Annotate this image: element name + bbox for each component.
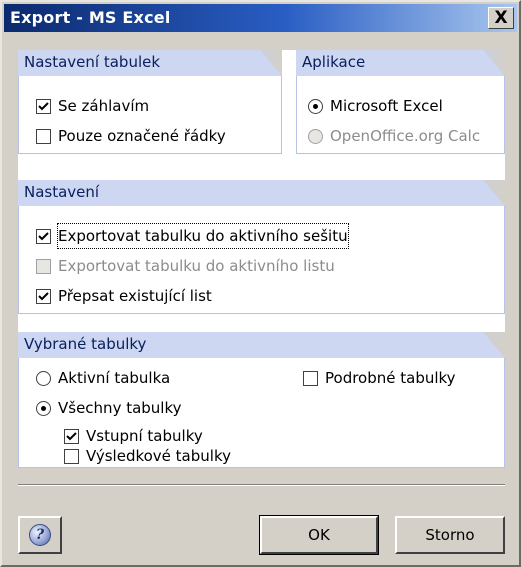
settings-header: Nastavení: [18, 180, 505, 206]
checkbox-checked-icon: [36, 289, 51, 304]
tables-settings-panel: Nastavení tabulek Se záhlavím Pouze ozna…: [18, 50, 282, 154]
export-to-workbook-label: Exportovat tabulku do aktivního sešitu: [57, 223, 349, 249]
openoffice-label: OpenOffice.org Calc: [330, 127, 481, 145]
button-separator: [18, 484, 505, 486]
window-title: Export - MS Excel: [10, 8, 171, 27]
radio-unselected-icon: [36, 371, 51, 386]
application-panel: Aplikace Microsoft Excel OpenOffice.org …: [296, 50, 505, 154]
radio-selected-icon: [308, 99, 323, 114]
help-button[interactable]: ?: [18, 516, 62, 554]
selected-rows-only-label: Pouze označené řádky: [58, 127, 226, 145]
checkbox-checked-icon: [36, 99, 51, 114]
export-dialog: Export - MS Excel X Nastavení tabulek Se…: [0, 0, 521, 567]
radio-selected-icon: [36, 401, 51, 416]
cancel-button[interactable]: Storno: [395, 516, 505, 554]
application-header: Aplikace: [296, 50, 505, 76]
selected-tables-panel: Vybrané tabulky Aktivní tabulka Podrobné…: [18, 332, 505, 468]
tables-settings-title: Nastavení tabulek: [24, 53, 161, 71]
ok-button[interactable]: OK: [259, 515, 379, 555]
application-title: Aplikace: [302, 53, 366, 71]
ms-excel-label: Microsoft Excel: [330, 97, 443, 115]
detailed-tables-label: Podrobné tabulky: [325, 369, 456, 387]
radio-unselected-icon: [308, 129, 323, 144]
help-icon: ?: [29, 524, 51, 546]
settings-title: Nastavení: [24, 183, 100, 201]
checkbox-unchecked-icon: [36, 129, 51, 144]
selected-tables-header: Vybrané tabulky: [18, 332, 505, 358]
result-tables-label: Výsledkové tabulky: [86, 447, 231, 465]
close-button[interactable]: X: [488, 7, 514, 29]
export-to-sheet-label: Exportovat tabulku do aktivního listu: [58, 257, 335, 275]
title-bar[interactable]: Export - MS Excel X: [4, 4, 517, 32]
with-header-label: Se záhlavím: [58, 97, 150, 115]
dialog-content: Nastavení tabulek Se záhlavím Pouze ozna…: [18, 50, 505, 468]
settings-panel: Nastavení Exportovat tabulku do aktivníh…: [18, 180, 505, 314]
checkbox-unchecked-icon: [303, 371, 318, 386]
selected-tables-title: Vybrané tabulky: [24, 335, 147, 353]
checkbox-checked-icon: [64, 429, 79, 444]
tables-settings-header: Nastavení tabulek: [18, 50, 282, 76]
all-tables-label: Všechny tabulky: [58, 399, 182, 417]
checkbox-checked-icon: [36, 229, 51, 244]
checkbox-unchecked-icon: [64, 449, 79, 464]
checkbox-disabled-icon: [36, 259, 51, 274]
overwrite-sheet-label: Přepsat existující list: [58, 287, 212, 305]
active-table-label: Aktivní tabulka: [58, 369, 171, 387]
